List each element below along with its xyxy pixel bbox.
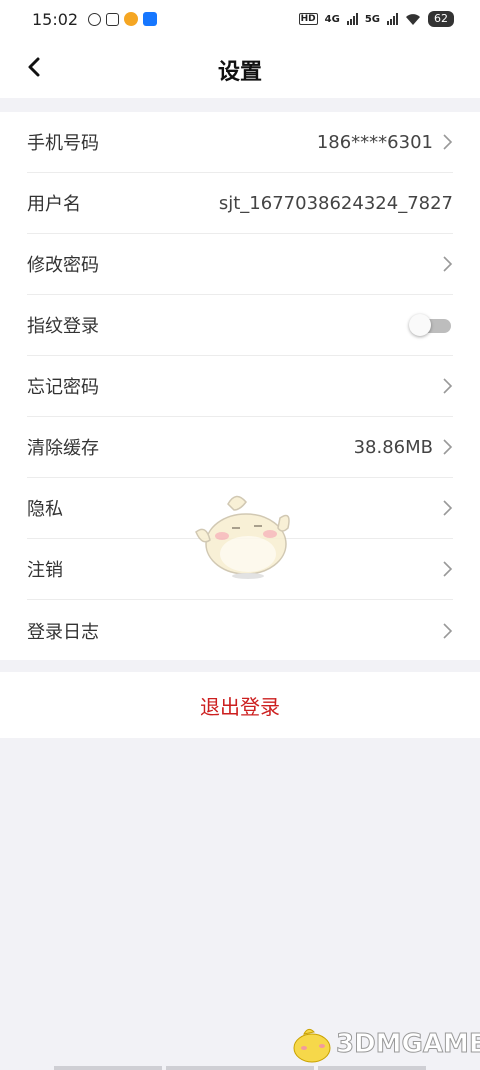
row-value: 38.86MB: [353, 436, 433, 458]
weibo-icon: [124, 12, 139, 26]
row-value: sjt_1677038624324_7827: [218, 192, 453, 214]
chevron-right-icon: [443, 134, 453, 150]
watermark-text: 3DMGAME: [336, 1029, 480, 1060]
mascot-watermark-icon: [195, 495, 290, 579]
chevron-right-icon: [443, 378, 453, 394]
logout-label: 退出登录: [200, 694, 280, 719]
hd-badge: HD: [298, 13, 318, 25]
settings-row-change-password[interactable]: 修改密码: [27, 234, 453, 295]
row-label: 清除缓存: [27, 438, 99, 459]
status-time: 15:02: [32, 9, 79, 29]
row-label: 用户名: [27, 194, 81, 215]
status-bar: 15:02 HD 4G 5G 62: [0, 0, 480, 38]
status-right: HD 4G 5G 62: [298, 11, 454, 27]
wifi-icon: [406, 13, 420, 25]
settings-row-username: 用户名 sjt_1677038624324_7827: [27, 173, 453, 234]
settings-row-forgot-password[interactable]: 忘记密码: [27, 356, 453, 417]
mascot-logo-icon: [293, 1028, 331, 1063]
settings-row-phone[interactable]: 手机号码 186****6301: [27, 112, 453, 173]
signal-icon: [346, 13, 358, 25]
brand-watermark: 3DMGAME: [286, 1022, 480, 1066]
signal-icon: [387, 13, 398, 25]
page-title: 设置: [217, 60, 262, 85]
notification-icons: [88, 12, 158, 26]
home-indicator: [54, 1066, 162, 1070]
net-4g-label: 4G: [324, 13, 340, 25]
row-label: 注销: [27, 560, 63, 581]
row-label: 修改密码: [27, 255, 99, 276]
net-5g-label: 5G: [364, 13, 380, 25]
alipay-icon: [143, 12, 158, 26]
toggle-knob: [409, 314, 431, 336]
row-value: 186****6301: [316, 131, 433, 153]
row-label: 隐私: [27, 499, 63, 520]
settings-row-clear-cache[interactable]: 清除缓存 38.86MB: [27, 417, 453, 478]
battery-badge: 62: [428, 11, 454, 27]
chevron-right-icon: [443, 561, 453, 577]
chevron-right-icon: [443, 500, 453, 516]
row-label: 登录日志: [27, 621, 99, 643]
app-k-icon: [88, 12, 102, 26]
home-indicator: [166, 1066, 314, 1070]
settings-row-login-log[interactable]: 登录日志: [27, 600, 453, 661]
settings-row-fingerprint: 指纹登录: [27, 295, 453, 356]
nav-bar: 设置: [0, 38, 480, 98]
row-label: 手机号码: [27, 133, 99, 154]
chevron-right-icon: [443, 439, 453, 455]
row-label: 指纹登录: [27, 316, 99, 337]
logout-button[interactable]: 退出登录: [0, 672, 480, 738]
app-circle-icon: [106, 12, 120, 26]
fingerprint-toggle[interactable]: [409, 314, 453, 336]
home-indicator: [318, 1066, 426, 1070]
chevron-right-icon: [443, 622, 453, 639]
row-label: 忘记密码: [27, 377, 99, 398]
chevron-right-icon: [443, 256, 453, 272]
